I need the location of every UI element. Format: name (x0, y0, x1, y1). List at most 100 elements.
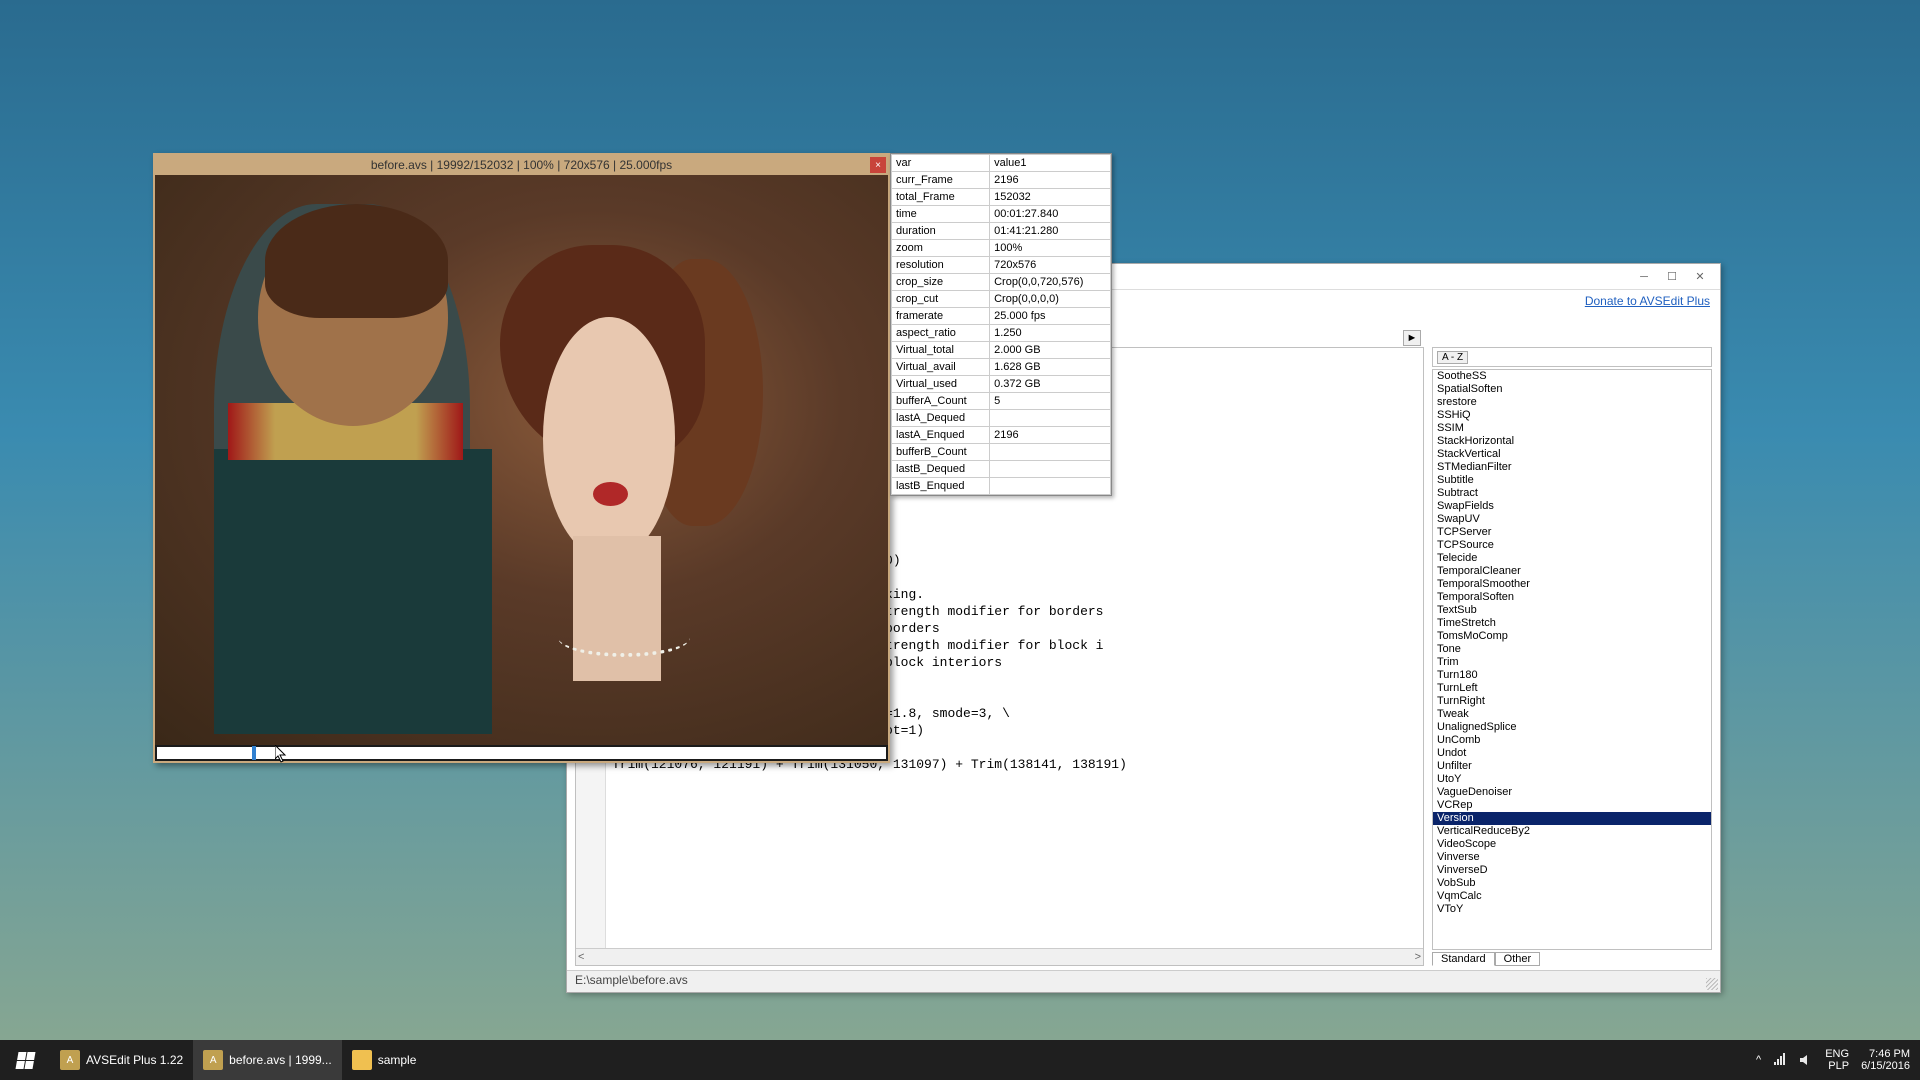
list-item[interactable]: SpatialSoften (1433, 383, 1711, 396)
table-row: zoom100% (892, 240, 1111, 257)
folder-icon (352, 1050, 372, 1070)
function-panel: A - Z SootheSSSpatialSoftensrestoreSSHiQ… (1432, 347, 1712, 966)
table-row: framerate25.000 fps (892, 308, 1111, 325)
list-item[interactable]: TemporalSoften (1433, 591, 1711, 604)
list-item[interactable]: SSHiQ (1433, 409, 1711, 422)
minimize-button[interactable]: ─ (1630, 267, 1658, 287)
resize-grip[interactable] (1706, 978, 1718, 990)
list-item[interactable]: STMedianFilter (1433, 461, 1711, 474)
list-item[interactable]: TimeStretch (1433, 617, 1711, 630)
list-item[interactable]: TemporalCleaner (1433, 565, 1711, 578)
function-list[interactable]: SootheSSSpatialSoftensrestoreSSHiQSSIMSt… (1432, 369, 1712, 950)
taskbar: A AVSEdit Plus 1.22 A before.avs | 1999.… (0, 1040, 1920, 1080)
list-item[interactable]: Version (1433, 812, 1711, 825)
tab-standard[interactable]: Standard (1432, 952, 1495, 966)
system-tray: ^ ENGPLP 7:46 PM6/15/2016 (1746, 1040, 1920, 1080)
table-row: bufferA_Count5 (892, 393, 1111, 410)
list-item[interactable]: TCPServer (1433, 526, 1711, 539)
app-icon: A (60, 1050, 80, 1070)
list-item[interactable]: TurnRight (1433, 695, 1711, 708)
list-item[interactable]: Unfilter (1433, 760, 1711, 773)
table-row: aspect_ratio1.250 (892, 325, 1111, 342)
horizontal-scrollbar[interactable]: <> (576, 948, 1423, 965)
list-item[interactable]: SwapUV (1433, 513, 1711, 526)
list-item[interactable]: Telecide (1433, 552, 1711, 565)
taskbar-item-avsedit[interactable]: A AVSEdit Plus 1.22 (50, 1040, 193, 1080)
list-item[interactable]: SootheSS (1433, 370, 1711, 383)
list-item[interactable]: SSIM (1433, 422, 1711, 435)
list-item[interactable]: VerticalReduceBy2 (1433, 825, 1711, 838)
list-item[interactable]: TurnLeft (1433, 682, 1711, 695)
preview-titlebar[interactable]: before.avs | 19992/152032 | 100% | 720x5… (155, 155, 888, 175)
list-item[interactable]: Subtract (1433, 487, 1711, 500)
sort-az-button[interactable]: A - Z (1437, 351, 1468, 364)
list-item[interactable]: Tweak (1433, 708, 1711, 721)
tray-lang[interactable]: ENGPLP (1825, 1048, 1849, 1072)
table-row: lastA_Dequed (892, 410, 1111, 427)
donate-link[interactable]: Donate to AVSEdit Plus (1585, 294, 1710, 308)
list-item[interactable]: srestore (1433, 396, 1711, 409)
list-item[interactable]: UtoY (1433, 773, 1711, 786)
list-item[interactable]: TCPSource (1433, 539, 1711, 552)
taskbar-item-folder[interactable]: sample (342, 1040, 427, 1080)
tray-chevron-icon[interactable]: ^ (1756, 1054, 1761, 1066)
table-row: lastB_Dequed (892, 461, 1111, 478)
taskbar-item-preview[interactable]: A before.avs | 1999... (193, 1040, 342, 1080)
preview-window: before.avs | 19992/152032 | 100% | 720x5… (153, 153, 890, 763)
table-row: total_Frame152032 (892, 189, 1111, 206)
list-item[interactable]: VCRep (1433, 799, 1711, 812)
run-button[interactable]: ► (1403, 330, 1421, 346)
preview-close-button[interactable]: × (870, 157, 886, 173)
network-icon[interactable] (1773, 1053, 1787, 1067)
list-item[interactable]: TomsMoComp (1433, 630, 1711, 643)
table-row: Virtual_total2.000 GB (892, 342, 1111, 359)
list-item[interactable]: Subtitle (1433, 474, 1711, 487)
table-row: lastA_Enqued2196 (892, 427, 1111, 444)
timeline-slider[interactable] (157, 747, 886, 759)
table-row: lastB_Enqued (892, 478, 1111, 495)
table-row: crop_cutCrop(0,0,0,0) (892, 291, 1111, 308)
table-row: bufferB_Count (892, 444, 1111, 461)
list-item[interactable]: SwapFields (1433, 500, 1711, 513)
table-row: Virtual_used0.372 GB (892, 376, 1111, 393)
start-button[interactable] (0, 1040, 50, 1080)
list-item[interactable]: VToY (1433, 903, 1711, 916)
list-item[interactable]: Undot (1433, 747, 1711, 760)
list-item[interactable]: Vinverse (1433, 851, 1711, 864)
list-item[interactable]: TextSub (1433, 604, 1711, 617)
close-button[interactable]: ✕ (1686, 267, 1714, 287)
variable-table: var value1 curr_Frame2196total_Frame1520… (890, 153, 1112, 496)
list-item[interactable]: StackVertical (1433, 448, 1711, 461)
list-item[interactable]: Tone (1433, 643, 1711, 656)
table-row: Virtual_avail1.628 GB (892, 359, 1111, 376)
status-bar: E:\sample\before.avs (567, 970, 1720, 992)
tray-clock[interactable]: 7:46 PM6/15/2016 (1861, 1048, 1910, 1072)
list-item[interactable]: Turn180 (1433, 669, 1711, 682)
table-row: time00:01:27.840 (892, 206, 1111, 223)
table-row: resolution720x576 (892, 257, 1111, 274)
tab-other[interactable]: Other (1495, 952, 1541, 966)
list-item[interactable]: UnComb (1433, 734, 1711, 747)
list-item[interactable]: VinverseD (1433, 864, 1711, 877)
var-header-key: var (892, 155, 990, 172)
list-item[interactable]: VobSub (1433, 877, 1711, 890)
table-row: curr_Frame2196 (892, 172, 1111, 189)
video-frame (155, 175, 888, 745)
list-item[interactable]: TemporalSmoother (1433, 578, 1711, 591)
table-row: duration01:41:21.280 (892, 223, 1111, 240)
list-item[interactable]: Trim (1433, 656, 1711, 669)
list-item[interactable]: StackHorizontal (1433, 435, 1711, 448)
maximize-button[interactable]: ☐ (1658, 267, 1686, 287)
list-item[interactable]: VagueDenoiser (1433, 786, 1711, 799)
status-path: E:\sample\before.avs (575, 973, 688, 987)
list-item[interactable]: VqmCalc (1433, 890, 1711, 903)
timeline-playhead[interactable] (252, 746, 256, 760)
list-item[interactable]: UnalignedSplice (1433, 721, 1711, 734)
volume-icon[interactable] (1799, 1053, 1813, 1067)
list-item[interactable]: VideoScope (1433, 838, 1711, 851)
function-sort-bar: A - Z (1432, 347, 1712, 367)
windows-logo-icon (15, 1052, 35, 1069)
var-header-val: value1 (990, 155, 1111, 172)
app-icon: A (203, 1050, 223, 1070)
table-row: crop_sizeCrop(0,0,720,576) (892, 274, 1111, 291)
